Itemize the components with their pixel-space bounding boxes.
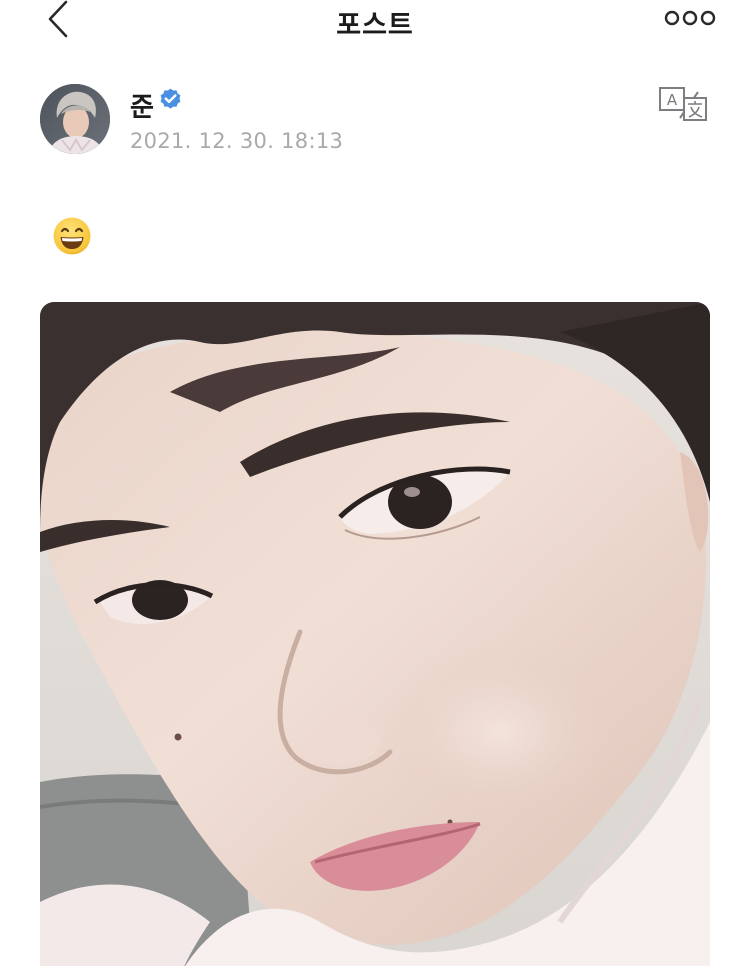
post-body-emoji (52, 216, 92, 256)
post-timestamp: 2021. 12. 30. 18:13 (130, 129, 344, 153)
translate-button[interactable]: A (658, 86, 708, 122)
avatar-image (40, 84, 110, 154)
grinning-face-icon (53, 217, 91, 255)
top-bar: 포스트 (0, 0, 750, 42)
translate-icon: A (659, 87, 707, 121)
avatar[interactable] (40, 84, 110, 154)
more-dots-icon (664, 10, 716, 26)
more-options-button[interactable] (664, 8, 716, 28)
post-photo[interactable] (40, 302, 710, 966)
page-title: 포스트 (336, 10, 414, 41)
author-name[interactable]: 준 (130, 87, 154, 124)
verified-badge-icon (160, 88, 181, 109)
post-detail-screen: 포스트 준 2021. 12. 30. 18:13 A (0, 0, 750, 966)
svg-text:A: A (667, 91, 678, 109)
selfie-photo-image (40, 302, 710, 966)
post-author-row: 준 2021. 12. 30. 18:13 A (40, 84, 710, 156)
